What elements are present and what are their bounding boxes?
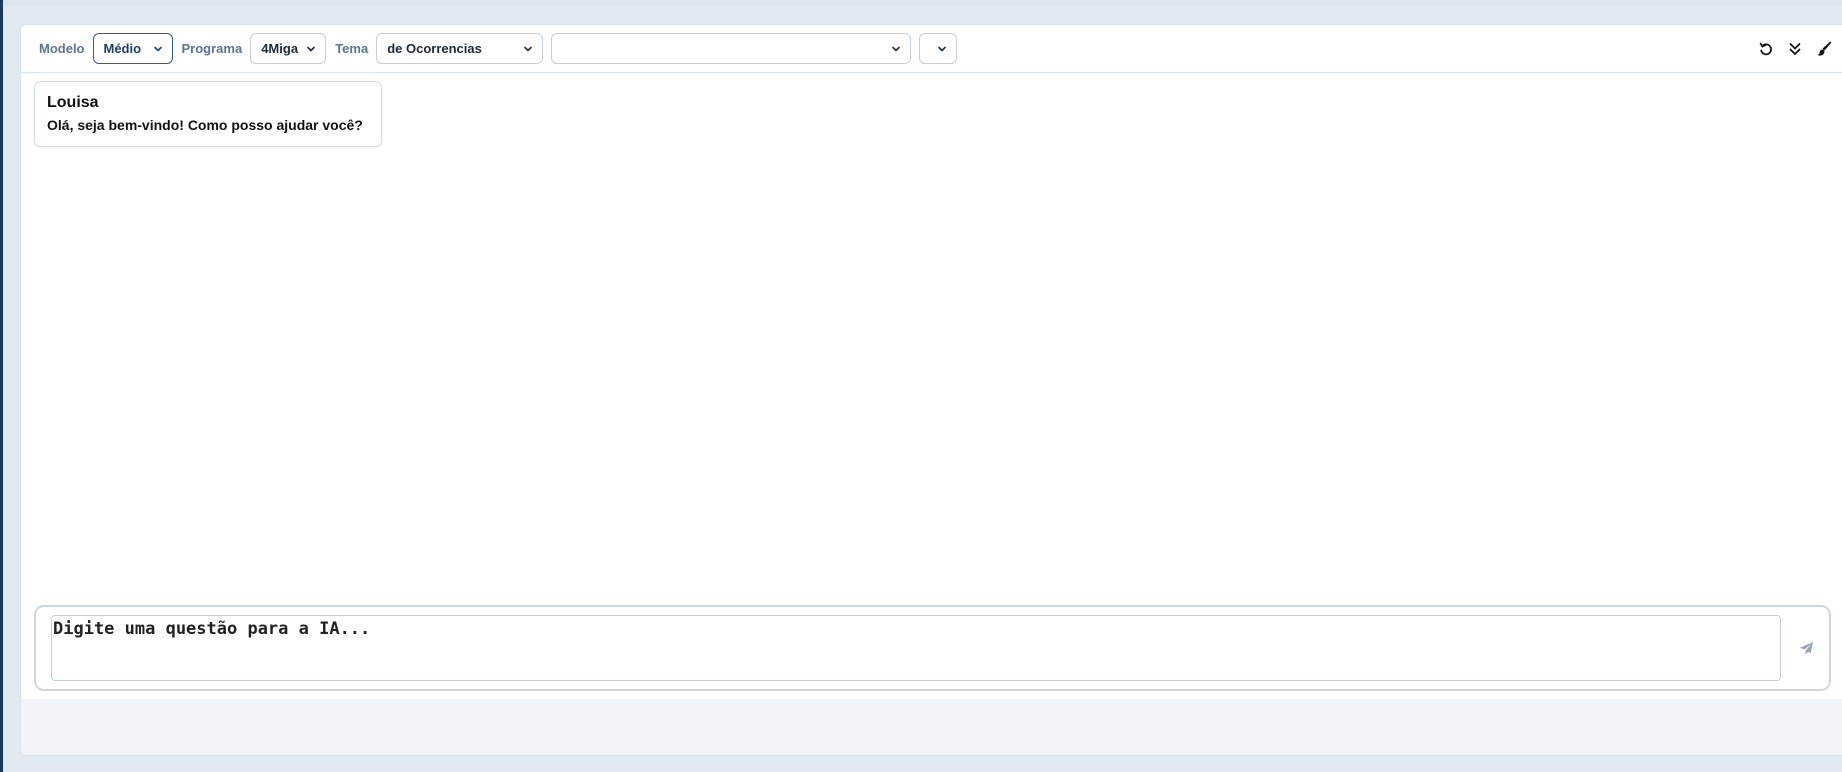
chevron-down-icon [938, 46, 947, 52]
chevrons-down-icon [1789, 43, 1801, 55]
modelo-select-value: Médio [103, 41, 142, 56]
modelo-label: Modelo [39, 41, 85, 56]
chevron-down-icon [892, 46, 901, 52]
top-strip [3, 0, 1842, 6]
question-input[interactable]: Digite uma questão para a IA... [51, 615, 1781, 681]
message-text: Olá, seja bem-vindo! Como posso ajudar v… [47, 117, 363, 133]
tema-select-value: de Ocorrencias [387, 41, 482, 56]
chat-panel: Modelo Médio Programa 4Miga Tema de Ocor… [20, 24, 1842, 756]
toolbar-actions [1751, 25, 1842, 73]
programa-select[interactable]: 4Miga [250, 33, 327, 64]
subtema-select[interactable] [551, 33, 912, 64]
chevron-down-icon [524, 46, 533, 52]
extra-select[interactable] [919, 33, 958, 64]
scroll-bottom-button[interactable] [1781, 35, 1809, 63]
send-button[interactable] [1795, 637, 1817, 659]
chevron-down-icon [307, 46, 316, 52]
message-card: Louisa Olá, seja bem-vindo! Como posso a… [34, 81, 382, 147]
undo-icon [1759, 42, 1772, 56]
message-composer: Digite uma questão para a IA... [34, 605, 1831, 691]
chat-toolbar: Modelo Médio Programa 4Miga Tema de Ocor… [21, 25, 1842, 73]
modelo-select[interactable]: Médio [92, 33, 173, 64]
chevron-down-icon [153, 46, 162, 52]
clear-chat-button[interactable] [1810, 35, 1838, 63]
chat-content-area: Modelo Médio Programa 4Miga Tema de Ocor… [21, 25, 1842, 699]
message-author: Louisa [47, 94, 99, 111]
tema-select[interactable]: de Ocorrencias [376, 33, 544, 64]
window-edge [0, 0, 3, 772]
programa-select-value: 4Miga [261, 41, 299, 56]
reset-button[interactable] [1752, 35, 1780, 63]
programa-label: Programa [181, 41, 243, 56]
brush-icon [1817, 41, 1832, 56]
send-icon [1799, 641, 1813, 655]
tema-label: Tema [335, 41, 369, 56]
